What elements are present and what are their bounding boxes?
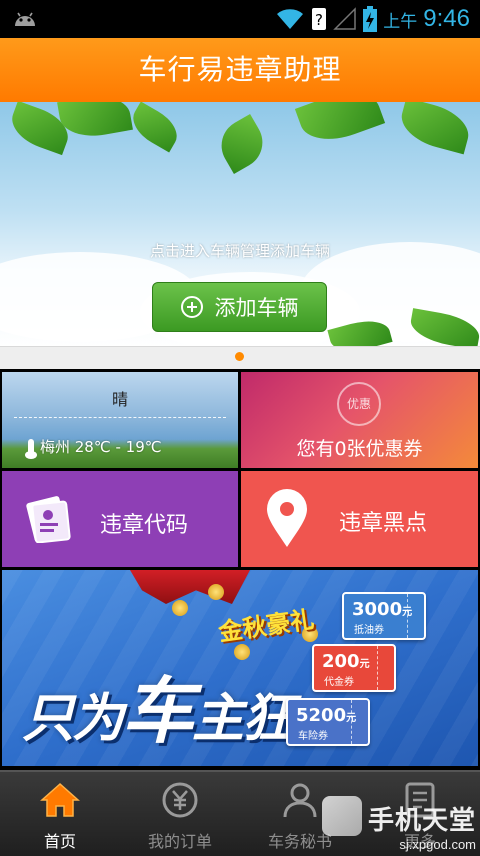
status-time: 9:46	[423, 5, 470, 32]
status-bar: ? 上午 9:46	[0, 0, 480, 38]
coin-icon	[208, 584, 224, 600]
tab-my-orders[interactable]: 我的订单	[120, 772, 240, 856]
promo-ticket: 5200元 车险券	[286, 698, 370, 746]
home-icon	[40, 782, 80, 817]
banner-pager	[0, 346, 480, 369]
ticket-amount: 3000	[352, 599, 403, 620]
violation-blackspot-tile[interactable]: 违章黑点	[241, 471, 478, 567]
map-pin-icon	[267, 489, 307, 547]
banner-leaf	[57, 102, 133, 142]
banner-leaf	[125, 102, 185, 153]
weather-condition: 晴	[111, 390, 128, 409]
promo-banner[interactable]: 金秋豪礼 只为车主狂 3000元 抵油券 200元 代金券 5200元 车险券	[2, 570, 478, 766]
thermometer-icon	[25, 438, 37, 459]
signal-icon	[333, 7, 357, 30]
promo-slogan-b: 车	[122, 669, 194, 753]
weather-tile[interactable]: 晴 梅州 28℃ - 19℃	[2, 372, 238, 468]
svg-text:?: ?	[315, 11, 323, 29]
watermark-name: 手机天堂	[321, 796, 476, 837]
status-ampm: 上午	[383, 11, 418, 32]
add-vehicle-hint: 点击进入车辆管理添加车辆	[149, 242, 330, 260]
battery-charging-icon	[363, 6, 378, 32]
promo-ticket: 200元 代金券	[312, 644, 396, 692]
coupon-badge-icon: 优惠	[337, 382, 381, 426]
app-title-bar: 车行易违章助理	[0, 38, 480, 102]
coupon-count-text: 您有0张优惠券	[296, 438, 423, 460]
violation-blackspot-label: 违章黑点	[339, 511, 428, 536]
banner[interactable]: 添加车辆 点击进入车辆管理添加车辆	[0, 102, 480, 346]
person-icon	[283, 783, 317, 818]
watermark: 手机天堂 sj.xpgod.com	[321, 796, 476, 852]
tab-my-orders-label: 我的订单	[147, 832, 212, 851]
banner-leaf	[396, 102, 474, 155]
yen-icon	[162, 782, 198, 818]
promo-slogan-c: 主狂	[192, 689, 294, 749]
sim-unknown-icon: ?	[312, 8, 327, 30]
ticket-stub	[377, 646, 394, 690]
wifi-icon	[277, 9, 304, 29]
add-circle-icon	[180, 296, 203, 318]
ticket-name: 代金券	[324, 677, 354, 688]
promo-ticket: 3000元 抵油券	[342, 592, 426, 640]
weather-temperature: 梅州 28℃ - 19℃	[25, 436, 162, 459]
page-title: 车行易违章助理	[138, 53, 342, 86]
ticket-stub	[407, 594, 424, 638]
violation-code-label: 违章代码	[100, 513, 189, 538]
coupon-tile[interactable]: 优惠 您有0张优惠券	[241, 372, 478, 468]
tab-home[interactable]: 首页	[0, 772, 120, 856]
document-stack-icon	[26, 496, 71, 543]
ticket-stub	[351, 700, 368, 744]
ticket-unit: 元	[359, 659, 370, 670]
weather-divider	[14, 417, 226, 418]
promo-slogan-a: 只为	[22, 689, 124, 749]
add-vehicle-button[interactable]: 添加车辆	[152, 282, 327, 332]
banner-leaf	[294, 102, 386, 151]
ticket-amount: 200	[322, 651, 360, 672]
pager-dot-active[interactable]	[235, 352, 244, 361]
ticket-amount: 5200	[296, 705, 347, 726]
violation-code-tile[interactable]: 违章代码	[2, 471, 238, 567]
add-vehicle-label: 添加车辆	[214, 296, 299, 320]
banner-leaf	[211, 113, 273, 175]
coin-icon	[172, 600, 188, 616]
android-notification-icon	[15, 12, 35, 26]
ticket-name: 车险券	[298, 731, 328, 742]
watermark-url: sj.xpgod.com	[399, 837, 476, 852]
promo-slogan: 只为车主狂	[22, 652, 294, 757]
ticket-name: 抵油券	[354, 625, 384, 636]
weather-city-temp: 梅州 28℃ - 19℃	[40, 438, 162, 456]
tab-home-label: 首页	[43, 832, 76, 851]
